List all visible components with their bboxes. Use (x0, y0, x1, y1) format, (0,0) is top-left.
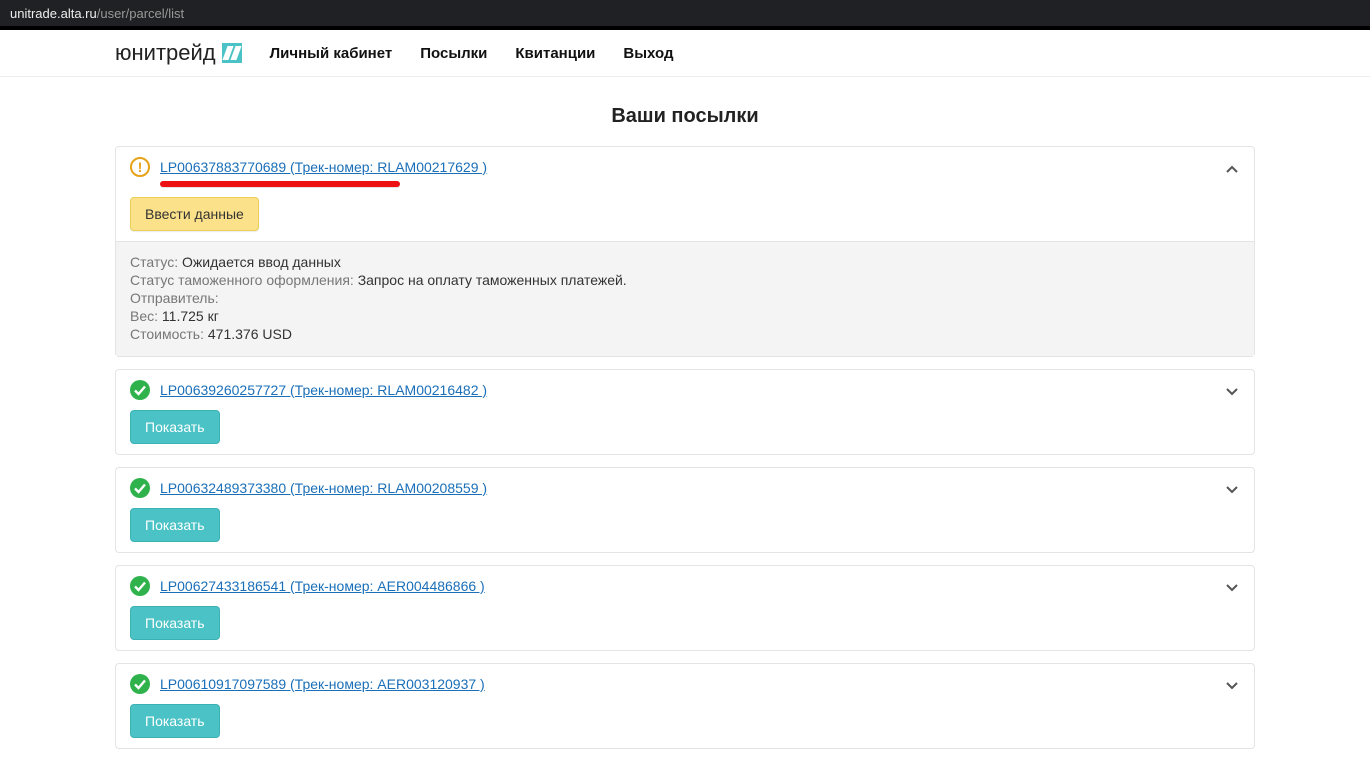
show-button[interactable]: Показать (130, 704, 220, 738)
detail-label: Отправитель: (130, 290, 219, 306)
page-title: Ваши посылки (115, 105, 1255, 128)
parcel-card: LP00632489373380 (Трек-номер: RLAM002085… (115, 467, 1255, 553)
chevron-down-icon[interactable] (1224, 384, 1240, 403)
detail-label: Статус: (130, 254, 182, 270)
navbar: юнитрейд Личный кабинет Посылки Квитанци… (0, 30, 1370, 77)
brand-name: юнитрейд (115, 40, 216, 66)
parcel-header: LP00632489373380 (Трек-номер: RLAM002085… (116, 468, 1254, 552)
parcel-header: LP00639260257727 (Трек-номер: RLAM002164… (116, 370, 1254, 454)
detail-weight: Вес: 11.725 кг (130, 308, 1240, 324)
enter-data-button[interactable]: Ввести данные (130, 197, 259, 231)
detail-label: Стоимость: (130, 326, 208, 342)
parcel-card: LP00639260257727 (Трек-номер: RLAM002164… (115, 369, 1255, 455)
detail-value: 11.725 кг (162, 308, 219, 324)
check-circle-icon (130, 576, 150, 596)
parcel-link[interactable]: LP00627433186541 (Трек-номер: AER0044868… (160, 578, 485, 594)
parcel-link[interactable]: LP00637883770689 (Трек-номер: RLAM002176… (160, 159, 487, 175)
browser-url-bar: unitrade.alta.ru/user/parcel/list (0, 0, 1370, 26)
detail-customs: Статус таможенного оформления: Запрос на… (130, 272, 1240, 288)
chevron-up-icon[interactable] (1224, 161, 1240, 180)
parcel-link[interactable]: LP00610917097589 (Трек-номер: AER0031209… (160, 676, 485, 692)
brand-logo[interactable]: юнитрейд (115, 40, 242, 66)
parcel-card: LP00610917097589 (Трек-номер: AER0031209… (115, 663, 1255, 749)
parcel-link[interactable]: LP00632489373380 (Трек-номер: RLAM002085… (160, 480, 487, 496)
detail-label: Вес: (130, 308, 162, 324)
parcel-header: ! LP00637883770689 (Трек-номер: RLAM00217… (116, 147, 1254, 241)
detail-status: Статус: Ожидается ввод данных (130, 254, 1240, 270)
brand-mark-icon (222, 43, 242, 63)
parcel-card: LP00627433186541 (Трек-номер: AER0044868… (115, 565, 1255, 651)
url-host: unitrade.alta.ru (10, 6, 97, 21)
check-circle-icon (130, 380, 150, 400)
parcel-list: ! LP00637883770689 (Трек-номер: RLAM00217… (115, 146, 1255, 749)
parcel-card: ! LP00637883770689 (Трек-номер: RLAM00217… (115, 146, 1255, 357)
detail-sender: Отправитель: (130, 290, 1240, 306)
svg-text:!: ! (138, 159, 143, 175)
show-button[interactable]: Показать (130, 410, 220, 444)
detail-value: Запрос на оплату таможенных платежей. (358, 272, 627, 288)
detail-label: Статус таможенного оформления: (130, 272, 358, 288)
chevron-down-icon[interactable] (1224, 580, 1240, 599)
redaction-mark (160, 181, 400, 187)
detail-value: Ожидается ввод данных (182, 254, 341, 270)
parcel-header: LP00627433186541 (Трек-номер: AER0044868… (116, 566, 1254, 650)
parcel-details: Статус: Ожидается ввод данных Статус тамо… (116, 241, 1254, 356)
parcel-header: LP00610917097589 (Трек-номер: AER0031209… (116, 664, 1254, 748)
detail-value: 471.376 USD (208, 326, 292, 342)
parcel-link[interactable]: LP00639260257727 (Трек-номер: RLAM002164… (160, 382, 487, 398)
check-circle-icon (130, 674, 150, 694)
url-path: /user/parcel/list (97, 6, 184, 21)
chevron-down-icon[interactable] (1224, 678, 1240, 697)
nav-logout[interactable]: Выход (623, 45, 673, 62)
show-button[interactable]: Показать (130, 606, 220, 640)
nav-cabinet[interactable]: Личный кабинет (270, 45, 393, 62)
detail-cost: Стоимость: 471.376 USD (130, 326, 1240, 342)
chevron-down-icon[interactable] (1224, 482, 1240, 501)
alert-circle-icon: ! (130, 157, 150, 177)
check-circle-icon (130, 478, 150, 498)
nav-receipts[interactable]: Квитанции (515, 45, 595, 62)
show-button[interactable]: Показать (130, 508, 220, 542)
nav-parcels[interactable]: Посылки (420, 45, 487, 62)
